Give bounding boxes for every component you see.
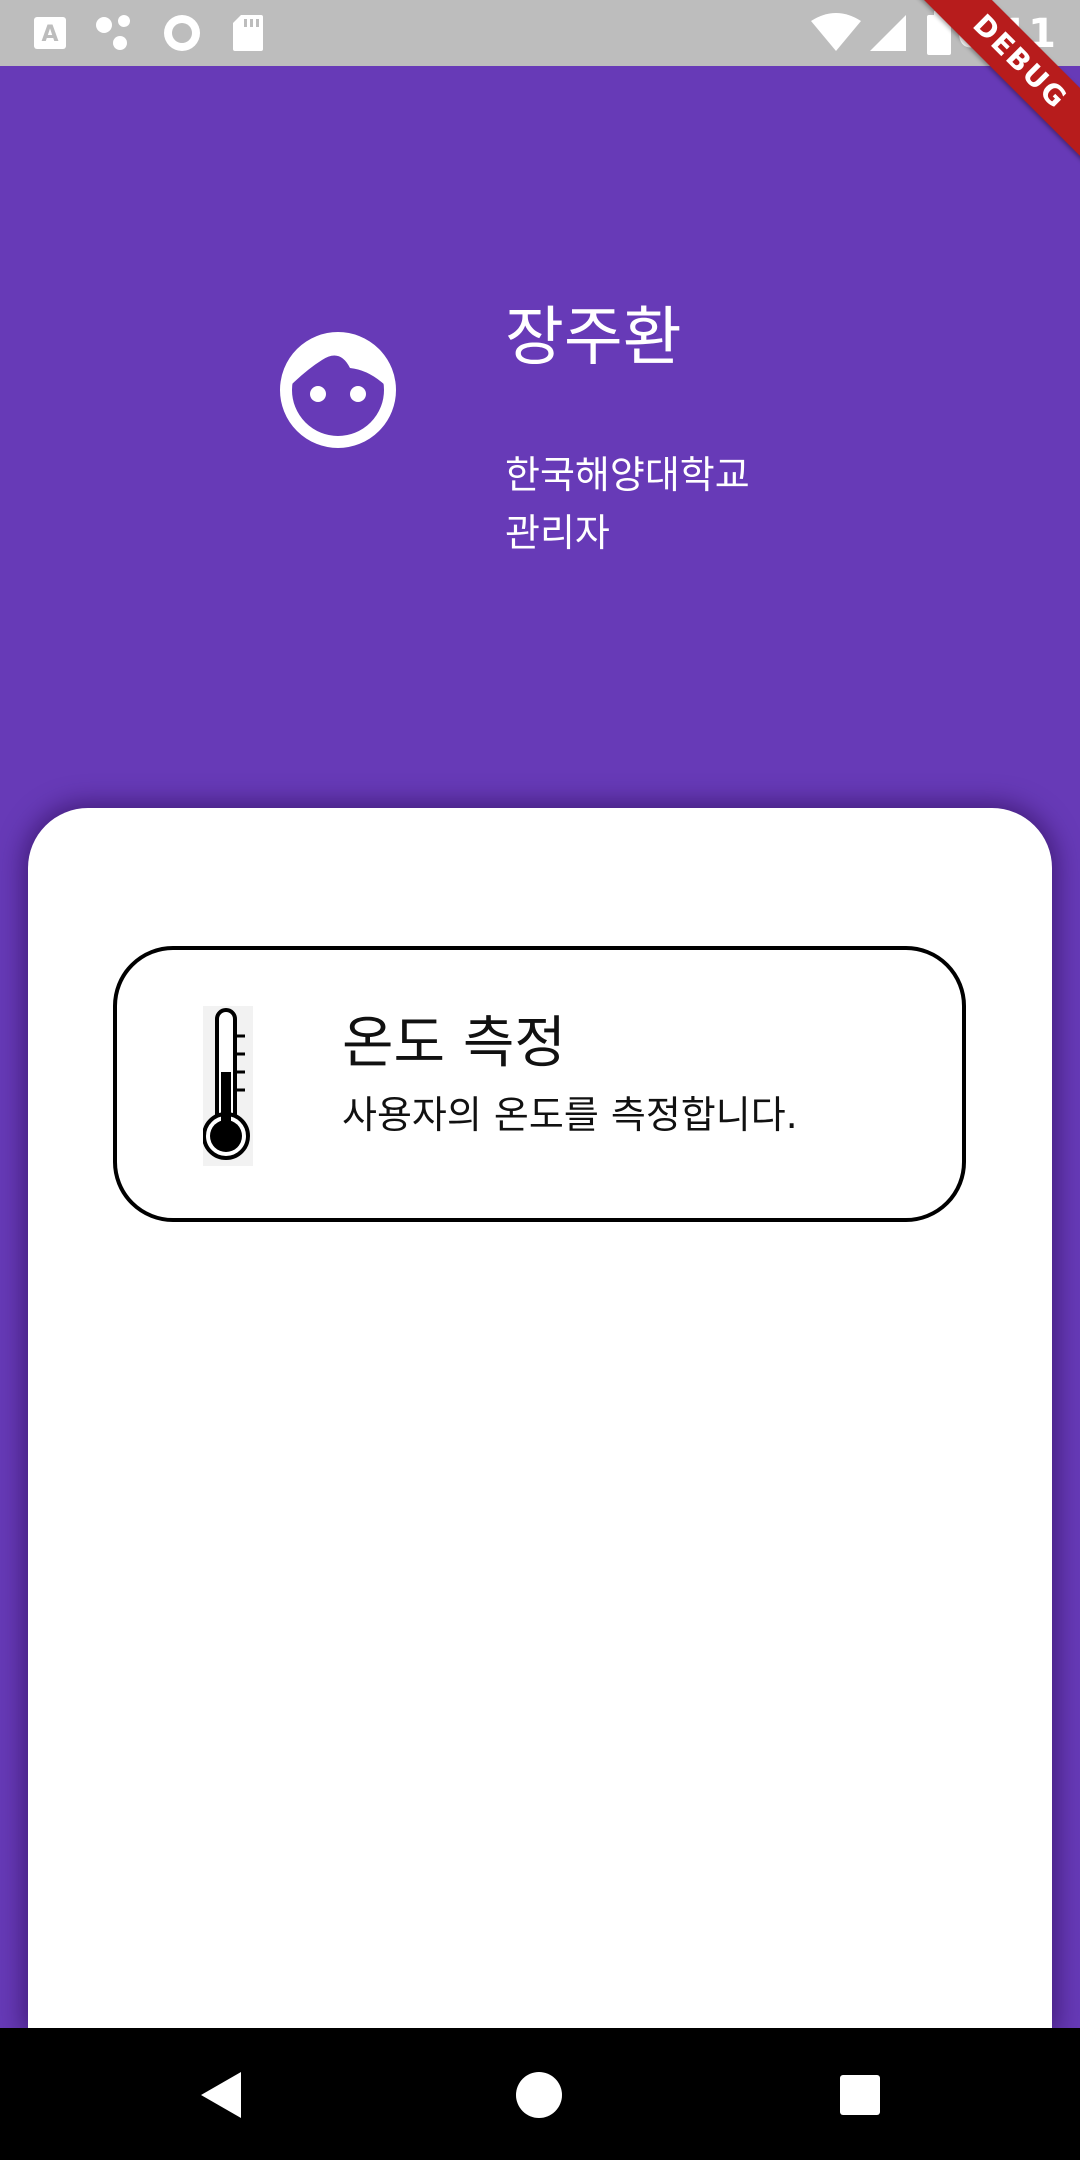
recents-icon[interactable]	[815, 2050, 905, 2140]
a-notification-icon: A	[30, 0, 70, 66]
profile-role: 관리자	[505, 511, 610, 555]
sd-card-icon	[228, 0, 268, 66]
card-title: 온도 측정	[342, 1011, 566, 1076]
back-icon[interactable]	[175, 2050, 265, 2140]
temperature-measure-card[interactable]: 온도 측정 사용자의 온도를 측정합니다.	[113, 946, 966, 1222]
dots-icon	[92, 0, 142, 66]
profile-name: 장주환	[505, 301, 682, 375]
navigation-bar	[0, 2028, 1080, 2160]
circle-icon	[160, 0, 204, 66]
status-bar: A 6:11	[0, 0, 1080, 66]
profile-organization: 한국해양대학교	[505, 453, 750, 497]
face-icon	[278, 330, 398, 450]
svg-text:A: A	[41, 22, 58, 47]
card-description: 사용자의 온도를 측정합니다.	[342, 1093, 798, 1137]
content-panel: 온도 측정 사용자의 온도를 측정합니다.	[28, 808, 1052, 2028]
wifi-icon	[810, 0, 862, 66]
thermometer-icon	[202, 1006, 253, 1166]
home-icon[interactable]	[494, 2050, 584, 2140]
signal-icon	[866, 0, 910, 66]
